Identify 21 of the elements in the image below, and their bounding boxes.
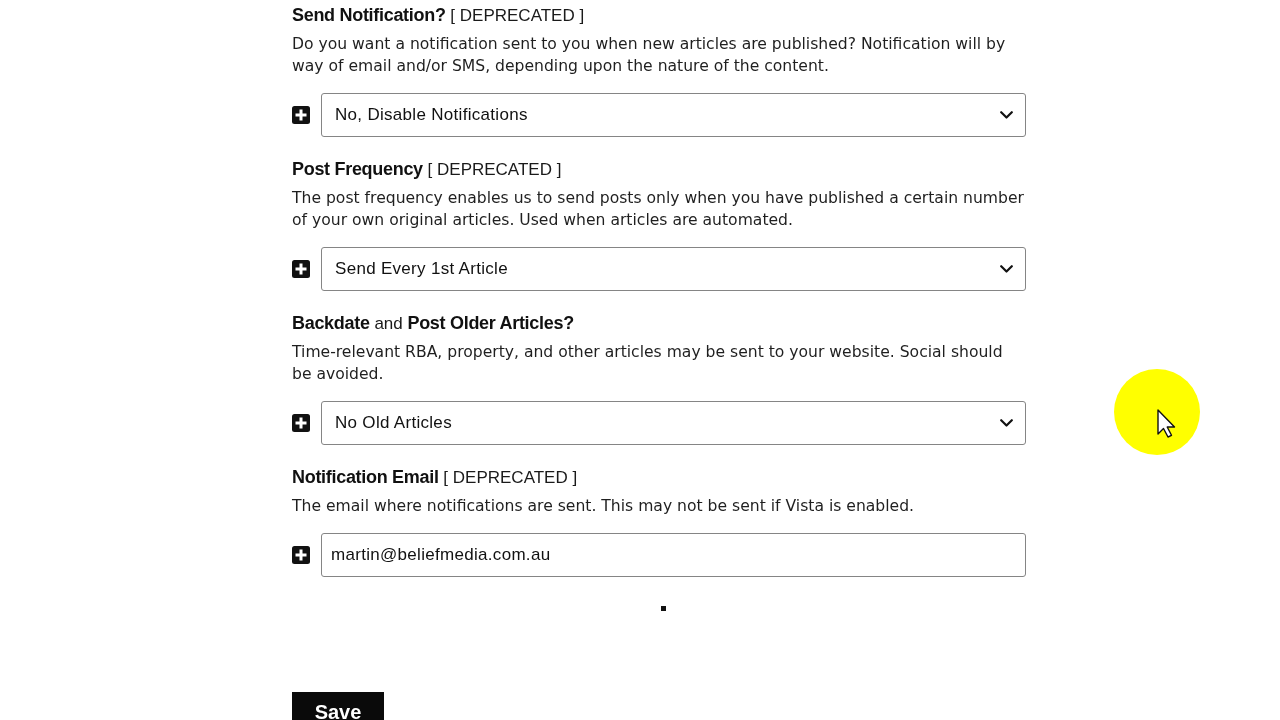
setting-description: The email where notifications are sent. This may not be sent if Vista is enabled. — [292, 496, 916, 517]
setting-description: Do you want a notification sent to you when new articles are published? Notification will by way of email and/or SMS, depending upon the nature of the content. — [292, 34, 1007, 77]
dropdown-select[interactable]: Send Every 1st Article — [321, 247, 1026, 291]
chevron-down-icon — [1000, 265, 1013, 273]
chevron-down-icon — [1000, 111, 1013, 119]
plus-icon[interactable] — [292, 106, 310, 124]
setting-heading: Backdate and Post Older Articles? — [292, 312, 575, 335]
setting-description: Time-relevant RBA, property, and other articles may be sent to your website. Social should be avoided. — [292, 342, 1004, 385]
dropdown-select[interactable]: No, Disable Notifications — [321, 93, 1026, 137]
save-button[interactable]: Save — [292, 692, 384, 720]
setting-description: The post frequency enables us to send posts only when you have published a certain number of your own original articles. Used when articles are automated. — [292, 188, 1025, 231]
cursor-highlight-icon — [1114, 369, 1200, 455]
chevron-down-icon — [1000, 419, 1013, 427]
plus-icon[interactable] — [292, 414, 310, 432]
dropdown-select[interactable]: No Old Articles — [321, 401, 1026, 445]
setting-heading: Post Frequency [ DEPRECATED ] — [292, 158, 563, 181]
plus-icon[interactable] — [292, 546, 310, 564]
plus-icon[interactable] — [292, 260, 310, 278]
email-field[interactable]: martin@beliefmedia.com.au — [321, 533, 1026, 577]
setting-heading: Notification Email [ DEPRECATED ] — [292, 466, 579, 489]
setting-heading: Send Notification? [ DEPRECATED ] — [292, 4, 586, 27]
